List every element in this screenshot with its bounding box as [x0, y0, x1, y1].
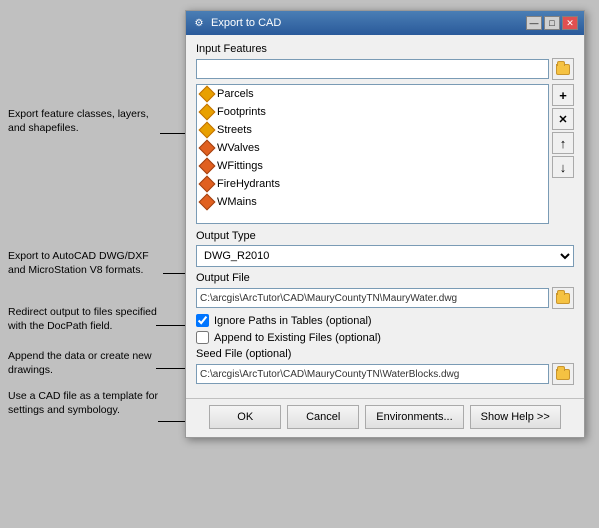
dialog-footer: OK Cancel Environments... Show Help >>: [186, 398, 584, 437]
output-type-section: Output Type DWG_R2010DXF_R2010DGN_V8: [196, 230, 574, 267]
output-file-label: Output File: [196, 272, 574, 284]
list-buttons: + ✕ ↑ ↓: [552, 84, 574, 224]
output-file-input[interactable]: [196, 288, 549, 308]
remove-item-button[interactable]: ✕: [552, 108, 574, 130]
layer-icon: [199, 104, 216, 121]
input-features-text[interactable]: [196, 59, 549, 79]
layer-icon: [199, 86, 216, 103]
layer-icon: [199, 176, 216, 193]
output-type-label: Output Type: [196, 230, 574, 242]
ignore-paths-checkbox[interactable]: [196, 314, 209, 327]
append-files-row: Append to Existing Files (optional): [196, 331, 574, 344]
input-features-input-row: [196, 58, 574, 80]
dialog-title: ⚙ Export to CAD: [192, 16, 281, 30]
seed-file-input[interactable]: [196, 364, 549, 384]
annotation-2: Export to AutoCAD DWG/DXF and MicroStati…: [8, 250, 163, 277]
dialog-icon: ⚙: [192, 16, 206, 30]
seed-file-section: Seed File (optional): [196, 348, 574, 385]
list-item[interactable]: WMains: [197, 193, 548, 211]
move-up-button[interactable]: ↑: [552, 132, 574, 154]
seed-file-row: [196, 363, 574, 385]
list-item[interactable]: WValves: [197, 139, 548, 157]
input-features-folder-btn[interactable]: [552, 58, 574, 80]
seed-file-folder-btn[interactable]: [552, 363, 574, 385]
export-to-cad-dialog: ⚙ Export to CAD — □ ✕ Input Features: [185, 10, 585, 438]
list-item[interactable]: Streets: [197, 121, 548, 139]
annotation-4: Append the data or create new drawings.: [8, 350, 163, 377]
titlebar-buttons: — □ ✕: [526, 16, 578, 30]
annotations-panel: Export feature classes, layers, and shap…: [0, 0, 185, 528]
annotation-3: Redirect output to files specified with …: [8, 306, 163, 333]
ignore-paths-row: Ignore Paths in Tables (optional): [196, 314, 574, 327]
input-features-label: Input Features: [196, 43, 574, 55]
dialog-titlebar: ⚙ Export to CAD — □ ✕: [186, 11, 584, 35]
dialog-body: Input Features Parcels: [186, 35, 584, 398]
ignore-paths-label: Ignore Paths in Tables (optional): [214, 315, 372, 327]
append-files-label: Append to Existing Files (optional): [214, 332, 381, 344]
seed-file-label: Seed File (optional): [196, 348, 574, 360]
output-file-section: Output File: [196, 272, 574, 309]
output-type-select[interactable]: DWG_R2010DXF_R2010DGN_V8: [196, 245, 574, 267]
ok-button[interactable]: OK: [209, 405, 281, 429]
add-item-button[interactable]: +: [552, 84, 574, 106]
show-help-button[interactable]: Show Help >>: [470, 405, 561, 429]
environments-button[interactable]: Environments...: [365, 405, 463, 429]
layer-icon: [199, 122, 216, 139]
layer-icon: [199, 140, 216, 157]
list-item[interactable]: WFittings: [197, 157, 548, 175]
annotation-1: Export feature classes, layers, and shap…: [8, 108, 163, 135]
cancel-button[interactable]: Cancel: [287, 405, 359, 429]
minimize-button[interactable]: —: [526, 16, 542, 30]
layer-icon: [199, 194, 216, 211]
list-item[interactable]: Parcels: [197, 85, 548, 103]
append-files-checkbox[interactable]: [196, 331, 209, 344]
feature-list: Parcels Footprints Streets WValves: [196, 84, 549, 224]
input-features-section: Input Features Parcels: [196, 43, 574, 224]
move-down-button[interactable]: ↓: [552, 156, 574, 178]
layer-icon: [199, 158, 216, 175]
feature-list-container: Parcels Footprints Streets WValves: [196, 84, 574, 224]
output-file-row: [196, 287, 574, 309]
maximize-button[interactable]: □: [544, 16, 560, 30]
page-container: Export feature classes, layers, and shap…: [0, 0, 599, 528]
list-item[interactable]: Footprints: [197, 103, 548, 121]
annotation-5: Use a CAD file as a template for setting…: [8, 390, 163, 417]
close-button[interactable]: ✕: [562, 16, 578, 30]
list-item[interactable]: FireHydrants: [197, 175, 548, 193]
output-file-folder-btn[interactable]: [552, 287, 574, 309]
